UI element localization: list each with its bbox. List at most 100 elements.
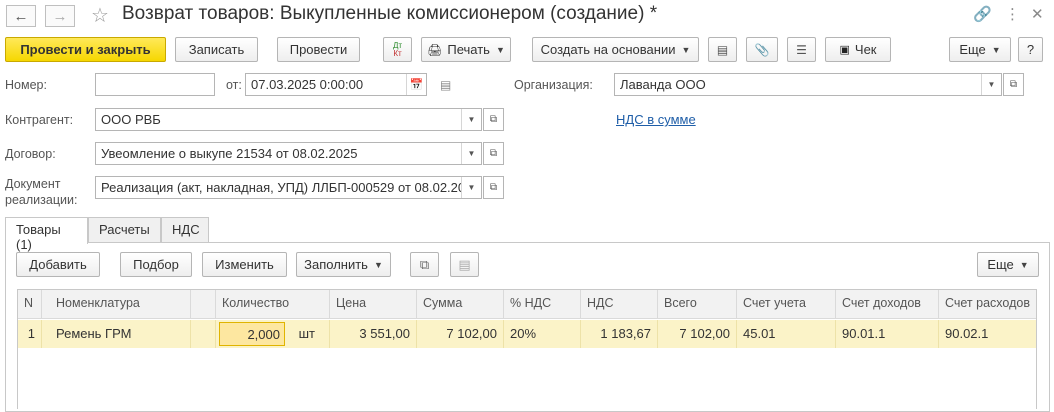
col-header-item[interactable]: Номенклатура [42,290,191,319]
realization-label-line1: Документ [5,177,61,191]
copy-icon: ⧉ [419,256,430,272]
calendar-icon[interactable]: 📅 [406,74,426,95]
contract-label: Договор: [5,147,56,161]
paste-icon: ▤ [458,256,471,272]
cell-sum[interactable]: 7 102,00 [417,320,504,348]
print-button[interactable]: 🖨 Печать ▼ [421,37,511,62]
cell-vat[interactable]: 1 183,67 [581,320,658,348]
table-more-button[interactable]: Еще ▼ [977,252,1039,277]
open-counterparty-button[interactable]: ⧉ [483,108,504,131]
open-organization-button[interactable]: ⧉ [1003,73,1024,96]
dt-kt-button[interactable]: Дт Кт [383,37,412,62]
table-more-label: Еще [987,257,1014,272]
number-label: Номер: [5,78,47,92]
fill-label: Заполнить [304,257,368,272]
cell-expense-account[interactable]: 90.02.1 [939,320,1036,348]
more-label: Еще [959,42,986,57]
organization-field[interactable]: Лаванда ООО ▼ [614,73,1002,96]
chevron-down-icon: ▼ [1019,259,1029,270]
cell-item[interactable]: Ремень ГРМ [42,320,191,348]
cell-spacer [191,320,216,348]
report-button[interactable]: ☰ [787,37,816,62]
change-button[interactable]: Изменить [202,252,287,277]
contract-field[interactable]: Увеомление о выкупе 21534 от 08.02.2025 … [95,142,482,165]
col-header-sum[interactable]: Сумма [417,290,504,319]
select-items-button[interactable]: Подбор [120,252,192,277]
tab-goods[interactable]: Товары (1) [5,217,88,252]
contract-value: Увеомление о выкупе 21534 от 08.02.2025 [101,146,358,161]
date-field[interactable]: 07.03.2025 0:00:00 📅 [245,73,427,96]
close-icon[interactable]: ✕ [1031,5,1044,23]
col-header-qty[interactable]: Количество [216,290,330,319]
create-based-label: Создать на основании [540,42,676,57]
organization-value: Лаванда ООО [620,77,706,92]
cell-income-account[interactable]: 90.01.1 [836,320,939,348]
post-button[interactable]: Провести [277,37,360,62]
favorite-star-icon[interactable]: ☆ [91,3,109,28]
help-label: ? [1026,42,1035,57]
tab-vat[interactable]: НДС [161,217,209,242]
document-list-icon: ☰ [796,42,807,57]
chevron-down-icon: ▼ [495,44,505,55]
printer-icon: 🖨 [427,42,443,57]
forward-button[interactable]: → [45,5,75,27]
table-row[interactable]: 1 Ремень ГРМ 2,000 шт 3 551,00 7 102,00 … [18,320,1036,348]
col-header-vat[interactable]: НДС [581,290,658,319]
fill-button[interactable]: Заполнить ▼ [296,252,391,277]
add-label: Добавить [29,257,87,272]
realization-value: Реализация (акт, накладная, УПД) ЛЛБП-00… [101,180,466,195]
col-header-price[interactable]: Цена [330,290,417,319]
menu-dots-icon[interactable]: ⋮ [1005,5,1020,23]
help-button[interactable]: ? [1018,37,1043,62]
qty-value: 2,000 [247,327,280,342]
col-header-total[interactable]: Всего [658,290,737,319]
counterparty-field[interactable]: ООО РВБ ▼ [95,108,482,131]
col-header-account[interactable]: Счет учета [737,290,836,319]
chevron-down-icon[interactable]: ▼ [981,74,1001,95]
qty-input[interactable]: 2,000 [219,322,285,346]
post-and-close-button[interactable]: Провести и закрыть [5,37,166,62]
open-contract-button[interactable]: ⧉ [483,142,504,165]
cell-vat-rate[interactable]: 20% [504,320,581,348]
comment-icon[interactable]: ▤ [440,78,451,92]
copy-row-button[interactable]: ⧉ [410,252,439,277]
structure-button[interactable]: ▤ [708,37,737,62]
number-field[interactable] [95,73,215,96]
realization-field[interactable]: Реализация (акт, накладная, УПД) ЛЛБП-00… [95,176,482,199]
chevron-down-icon[interactable]: ▼ [461,177,481,198]
link-icon[interactable]: 🔗 [973,5,992,23]
open-window-icon: ⧉ [489,114,498,125]
col-header-income-account[interactable]: Счет доходов [836,290,939,319]
col-header-expense-account[interactable]: Счет расходов [939,290,1036,319]
date-label: от: [226,78,242,92]
vat-in-sum-link[interactable]: НДС в сумме [616,112,696,127]
add-row-button[interactable]: Добавить [16,252,100,277]
goods-table: N Номенклатура Количество Цена Сумма % Н… [17,289,1037,409]
chevron-down-icon[interactable]: ▼ [461,143,481,164]
cell-qty[interactable]: 2,000 шт [216,320,330,348]
print-label: Печать [447,42,490,57]
cell-account[interactable]: 45.01 [737,320,836,348]
tab-settlements[interactable]: Расчеты [88,217,161,242]
receipt-button[interactable]: ▣ Чек [825,37,891,62]
organization-label: Организация: [514,78,593,92]
open-window-icon: ⧉ [1009,79,1018,90]
create-based-on-button[interactable]: Создать на основании ▼ [532,37,699,62]
col-header-n[interactable]: N [18,290,42,319]
open-window-icon: ⧉ [489,148,498,159]
kt-label: Кт [393,48,402,58]
col-header-vat-rate[interactable]: % НДС [504,290,581,319]
more-button[interactable]: Еще ▼ [949,37,1011,62]
attachments-button[interactable]: 📎 [746,37,778,62]
date-value: 07.03.2025 0:00:00 [251,77,364,92]
chevron-down-icon: ▼ [991,44,1001,55]
open-realization-button[interactable]: ⧉ [483,176,504,199]
chevron-down-icon: ▼ [681,44,691,55]
chevron-down-icon[interactable]: ▼ [461,109,481,130]
cell-total[interactable]: 7 102,00 [658,320,737,348]
paste-button[interactable]: ▤ [450,252,479,277]
cell-price[interactable]: 3 551,00 [330,320,417,348]
unit-value: шт [298,326,316,341]
back-button[interactable]: ← [6,5,36,27]
save-button[interactable]: Записать [175,37,258,62]
